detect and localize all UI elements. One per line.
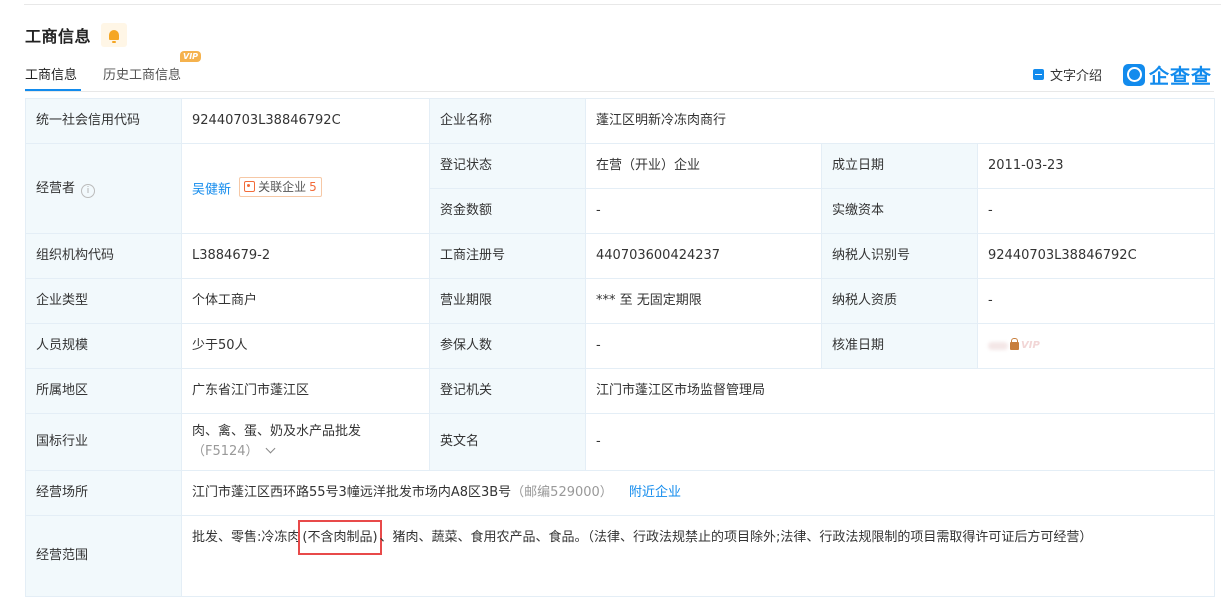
company-name-value: 蓬江区明新冷冻肉商行 xyxy=(584,98,1216,144)
english-name-label: 英文名 xyxy=(429,413,586,471)
address-value-cell: 江门市蓬江区西环路55号3幢远洋批发市场内A8区3B号（邮编529000） 附近… xyxy=(180,470,1216,516)
paid-capital-value: - xyxy=(976,188,1216,234)
table-row: 统一社会信用代码 92440703L38846792C 企业名称 蓬江区明新冷冻… xyxy=(25,98,1216,144)
scope-prefix: 批发、零售:冷冻肉 xyxy=(192,530,301,545)
tab-history-business-info[interactable]: 历史工商信息 xyxy=(103,64,181,83)
taxpayer-qual-value: - xyxy=(976,278,1216,324)
org-code-label: 组织机构代码 xyxy=(25,233,182,279)
table-row: 所属地区 广东省江门市蓬江区 登记机关 江门市蓬江区市场监督管理局 xyxy=(25,368,1216,414)
info-icon[interactable]: i xyxy=(81,183,96,198)
industry-code: （F5124） xyxy=(192,444,259,459)
operator-value-cell: 吴健新 关联企业 5 xyxy=(181,143,430,234)
table-row: 经营场所 江门市蓬江区西环路55号3幢远洋批发市场内A8区3B号（邮编52900… xyxy=(25,470,1216,516)
table-row: 国标行业 肉、禽、蛋、奶及水产品批发 （F5124） 英文名 - xyxy=(25,413,1216,471)
term-value: *** 至 无固定期限 xyxy=(585,278,822,324)
taxpayer-id-label: 纳税人识别号 xyxy=(821,233,978,279)
credit-code-value: 92440703L38846792C xyxy=(181,98,430,144)
table-row: 人员规模 少于50人 参保人数 - 核准日期 VIP xyxy=(25,323,1216,369)
company-type-label: 企业类型 xyxy=(25,278,182,324)
business-info-table: 统一社会信用代码 92440703L38846792C 企业名称 蓬江区明新冷冻… xyxy=(25,98,1216,597)
reg-status-label: 登记状态 xyxy=(429,143,586,189)
founded-value: 2011-03-23 xyxy=(976,143,1216,189)
scope-suffix: 、猪肉、蔬菜、食用农产品、食品。（法律、行政法规禁止的项目除外;法律、行政法规限… xyxy=(379,530,1093,545)
blurred-text xyxy=(988,341,1008,350)
industry-label: 国标行业 xyxy=(25,413,182,471)
reg-no-label: 工商注册号 xyxy=(429,233,586,279)
paid-capital-label: 实缴资本 xyxy=(821,188,978,234)
taxpayer-qual-label: 纳税人资质 xyxy=(821,278,978,324)
logo-text: 企查查 xyxy=(1149,64,1212,88)
operator-label: 经营者 xyxy=(36,180,76,196)
org-code-value: L3884679-2 xyxy=(181,233,430,279)
qichacha-logo: 企查查 xyxy=(1123,60,1212,89)
text-intro-button[interactable]: 文字介绍 xyxy=(1033,65,1102,84)
table-row: 组织机构代码 L3884679-2 工商注册号 440703600424237 … xyxy=(25,233,1216,279)
postcode: （邮编529000） xyxy=(511,485,613,500)
industry-code-toggle[interactable]: （F5124） xyxy=(192,442,419,462)
table-row: 经营范围 批发、零售:冷冻肉 (不含肉制品) 、猪肉、蔬菜、食用农产品、食品。（法律… xyxy=(25,515,1216,597)
founded-label: 成立日期 xyxy=(821,143,978,189)
approval-date-label: 核准日期 xyxy=(821,323,978,369)
address-value: 江门市蓬江区西环路55号3幢远洋批发市场内A8区3B号 xyxy=(192,485,512,500)
capital-label: 资金数额 xyxy=(429,188,586,234)
taxpayer-id-value: 92440703L38846792C xyxy=(976,233,1216,279)
english-name-value: - xyxy=(584,413,1216,471)
approval-date-value-cell: VIP xyxy=(976,323,1216,369)
region-label: 所属地区 xyxy=(25,368,182,414)
operator-name-link[interactable]: 吴健新 xyxy=(192,182,231,197)
region-value: 广东省江门市蓬江区 xyxy=(181,368,430,414)
term-label: 营业期限 xyxy=(429,278,586,324)
staff-size-label: 人员规模 xyxy=(25,323,182,369)
reg-no-value: 440703600424237 xyxy=(585,233,822,279)
capital-value: - xyxy=(585,188,822,234)
bell-icon[interactable] xyxy=(101,23,127,47)
related-companies-count: 5 xyxy=(309,179,317,194)
industry-value: 肉、禽、蛋、奶及水产品批发 xyxy=(192,424,362,439)
document-icon xyxy=(1033,69,1044,80)
staff-size-value: 少于50人 xyxy=(181,323,430,369)
company-type-value: 个体工商户 xyxy=(181,278,430,324)
address-label: 经营场所 xyxy=(25,470,182,516)
tab-divider xyxy=(25,91,1214,92)
locked-vip-label: VIP xyxy=(1021,339,1040,351)
logo-icon xyxy=(1123,63,1145,86)
top-divider xyxy=(24,4,1221,5)
related-companies-label: 关联企业 xyxy=(258,179,307,194)
company-name-label: 企业名称 xyxy=(429,98,586,144)
lock-icon xyxy=(1010,337,1019,350)
authority-value: 江门市蓬江区市场监督管理局 xyxy=(584,368,1216,414)
related-companies-badge[interactable]: 关联企业 5 xyxy=(239,176,322,197)
text-intro-label: 文字介绍 xyxy=(1050,69,1103,84)
insured-value: - xyxy=(585,323,822,369)
related-companies-icon xyxy=(244,181,256,193)
authority-label: 登记机关 xyxy=(429,368,586,414)
tab-business-info[interactable]: 工商信息 xyxy=(25,64,82,91)
scope-highlight: (不含肉制品) xyxy=(298,520,382,555)
scope-value-cell: 批发、零售:冷冻肉 (不含肉制品) 、猪肉、蔬菜、食用农产品、食品。（法律、行政法规… xyxy=(180,515,1216,597)
scope-label: 经营范围 xyxy=(25,515,182,597)
insured-label: 参保人数 xyxy=(429,323,586,369)
section-title: 工商信息 xyxy=(25,27,92,46)
vip-locked-value[interactable]: VIP xyxy=(988,336,1040,356)
credit-code-label: 统一社会信用代码 xyxy=(25,98,182,144)
reg-status-value: 在营（开业）企业 xyxy=(585,143,822,189)
table-row: 企业类型 个体工商户 营业期限 *** 至 无固定期限 纳税人资质 - xyxy=(25,278,1216,324)
chevron-down-icon xyxy=(265,443,276,454)
industry-value-cell: 肉、禽、蛋、奶及水产品批发 （F5124） xyxy=(181,413,430,471)
operator-label-cell: 经营者 i xyxy=(25,143,182,234)
nearby-companies-link[interactable]: 附近企业 xyxy=(629,485,681,500)
table-row: 经营者 i 吴健新 关联企业 5 登记状态 在营（开业）企业 成立日期 2011-0… xyxy=(25,143,1216,234)
vip-badge: VIP xyxy=(180,51,202,62)
